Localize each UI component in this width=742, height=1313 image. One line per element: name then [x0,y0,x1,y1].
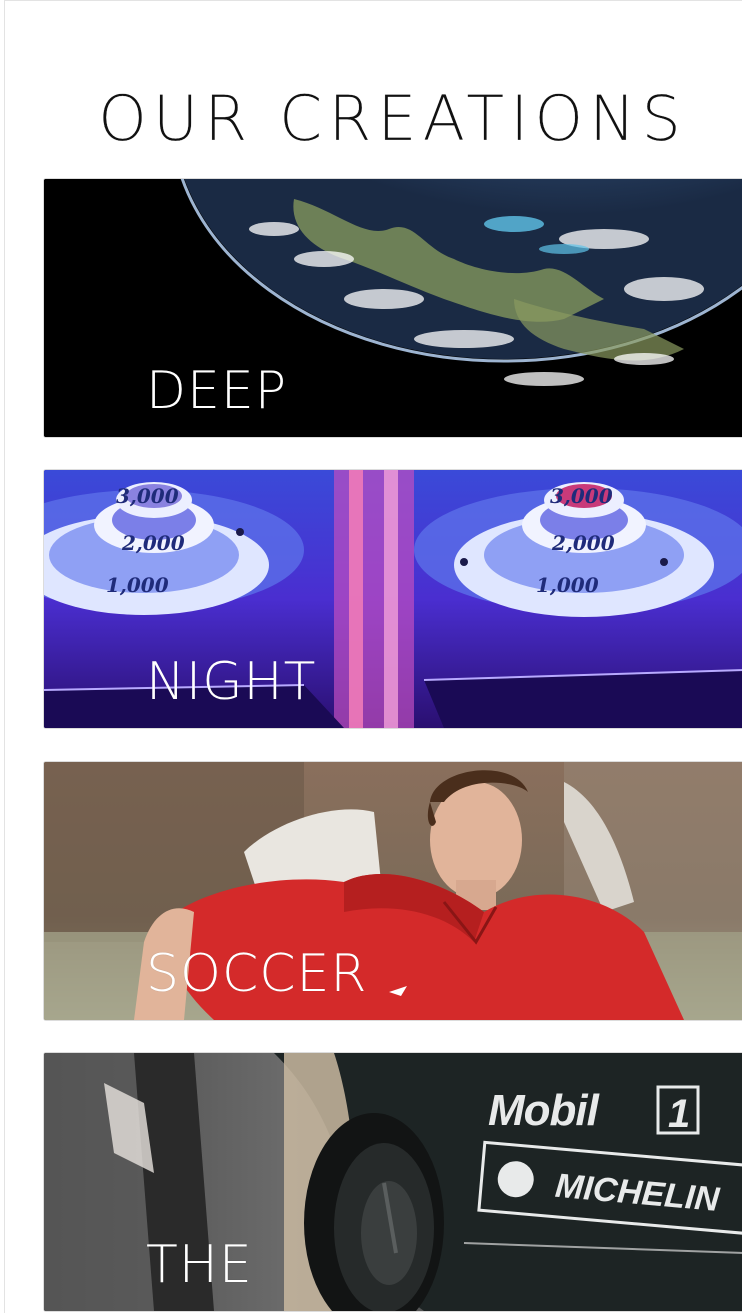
card-label: SOCCER [146,944,368,1004]
sponsor-mobil: Mobil [488,1086,600,1135]
score-2000-left: 2,000 [121,531,185,555]
page-frame: OUR CREATIONS DEEP 3,000 2,000 1,000 3,0… [4,0,742,1313]
score-3000-right: 3,000 [550,484,613,508]
creation-card-night[interactable]: 3,000 2,000 1,000 3,000 2,000 1,000 NIGH… [43,469,742,729]
creation-card-deep[interactable]: DEEP [43,178,742,438]
card-label: DEEP [146,361,288,421]
score-2000-right: 2,000 [551,531,615,555]
score-3000-left: 3,000 [116,484,179,508]
sponsor-one: 1 [668,1092,690,1136]
score-1000-left: 1,000 [106,573,169,597]
card-label: THE [146,1235,253,1295]
creation-card-the[interactable]: Mobil 1 MICHELIN THE [43,1052,742,1312]
section-title: OUR CREATIONS [98,82,687,155]
creation-card-soccer[interactable]: SOCCER [43,761,742,1021]
score-1000-right: 1,000 [536,573,599,597]
card-label: NIGHT [146,652,317,712]
